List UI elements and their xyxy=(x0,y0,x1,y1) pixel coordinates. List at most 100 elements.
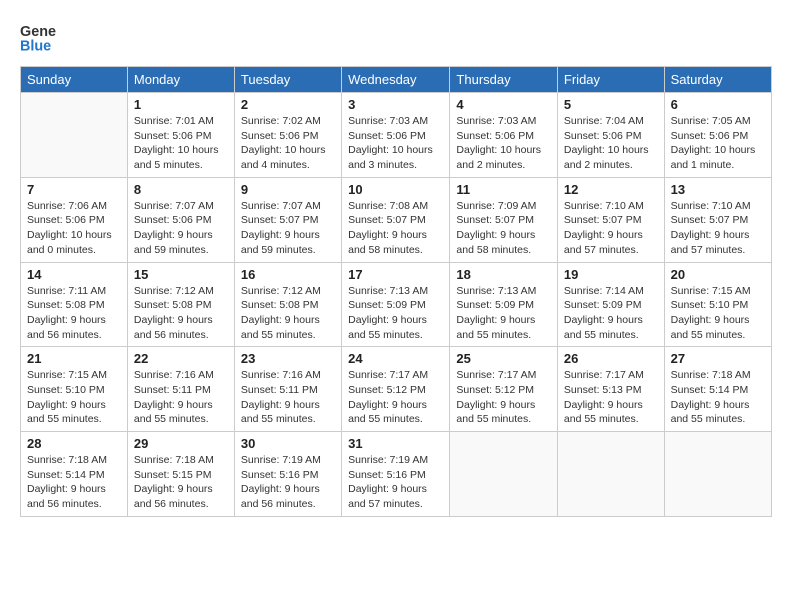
calendar-cell: 1 Sunrise: 7:01 AM Sunset: 5:06 PM Daylig… xyxy=(127,93,234,178)
day-info: Sunrise: 7:03 AM Sunset: 5:06 PM Dayligh… xyxy=(348,114,443,173)
logo: General Blue xyxy=(20,20,56,56)
svg-text:Blue: Blue xyxy=(20,39,51,55)
day-number: 10 xyxy=(348,182,443,197)
calendar-cell: 27 Sunrise: 7:18 AM Sunset: 5:14 PM Dayli… xyxy=(664,347,771,432)
day-info: Sunrise: 7:18 AM Sunset: 5:14 PM Dayligh… xyxy=(671,368,765,427)
day-info: Sunrise: 7:18 AM Sunset: 5:15 PM Dayligh… xyxy=(134,453,228,512)
day-info: Sunrise: 7:12 AM Sunset: 5:08 PM Dayligh… xyxy=(241,284,335,343)
day-info: Sunrise: 7:10 AM Sunset: 5:07 PM Dayligh… xyxy=(671,199,765,258)
calendar-body: 1 Sunrise: 7:01 AM Sunset: 5:06 PM Daylig… xyxy=(21,93,772,517)
day-info: Sunrise: 7:01 AM Sunset: 5:06 PM Dayligh… xyxy=(134,114,228,173)
day-number: 9 xyxy=(241,182,335,197)
day-info: Sunrise: 7:15 AM Sunset: 5:10 PM Dayligh… xyxy=(27,368,121,427)
calendar-cell: 10 Sunrise: 7:08 AM Sunset: 5:07 PM Dayli… xyxy=(342,177,450,262)
day-number: 6 xyxy=(671,97,765,112)
day-number: 13 xyxy=(671,182,765,197)
day-info: Sunrise: 7:05 AM Sunset: 5:06 PM Dayligh… xyxy=(671,114,765,173)
weekday-header-tuesday: Tuesday xyxy=(234,67,341,93)
calendar-cell: 17 Sunrise: 7:13 AM Sunset: 5:09 PM Dayli… xyxy=(342,262,450,347)
calendar-week-4: 21 Sunrise: 7:15 AM Sunset: 5:10 PM Dayli… xyxy=(21,347,772,432)
calendar-cell: 21 Sunrise: 7:15 AM Sunset: 5:10 PM Dayli… xyxy=(21,347,128,432)
day-info: Sunrise: 7:07 AM Sunset: 5:07 PM Dayligh… xyxy=(241,199,335,258)
calendar-cell: 7 Sunrise: 7:06 AM Sunset: 5:06 PM Daylig… xyxy=(21,177,128,262)
day-number: 29 xyxy=(134,436,228,451)
weekday-header-friday: Friday xyxy=(557,67,664,93)
day-number: 2 xyxy=(241,97,335,112)
day-info: Sunrise: 7:08 AM Sunset: 5:07 PM Dayligh… xyxy=(348,199,443,258)
calendar-week-5: 28 Sunrise: 7:18 AM Sunset: 5:14 PM Dayli… xyxy=(21,432,772,517)
calendar-cell: 12 Sunrise: 7:10 AM Sunset: 5:07 PM Dayli… xyxy=(557,177,664,262)
day-number: 31 xyxy=(348,436,443,451)
day-number: 4 xyxy=(456,97,550,112)
calendar-cell: 5 Sunrise: 7:04 AM Sunset: 5:06 PM Daylig… xyxy=(557,93,664,178)
calendar-header-row: SundayMondayTuesdayWednesdayThursdayFrid… xyxy=(21,67,772,93)
weekday-header-saturday: Saturday xyxy=(664,67,771,93)
day-number: 26 xyxy=(564,351,658,366)
day-info: Sunrise: 7:17 AM Sunset: 5:12 PM Dayligh… xyxy=(348,368,443,427)
day-number: 21 xyxy=(27,351,121,366)
day-number: 27 xyxy=(671,351,765,366)
calendar-cell: 8Sunrise: 7:07 AM Sunset: 5:06 PM Daylig… xyxy=(127,177,234,262)
day-number: 19 xyxy=(564,267,658,282)
calendar-cell: 15Sunrise: 7:12 AM Sunset: 5:08 PM Dayli… xyxy=(127,262,234,347)
day-number: 15 xyxy=(134,267,228,282)
weekday-header-monday: Monday xyxy=(127,67,234,93)
calendar-table: SundayMondayTuesdayWednesdayThursdayFrid… xyxy=(20,66,772,517)
day-number: 14 xyxy=(27,267,121,282)
day-info: Sunrise: 7:04 AM Sunset: 5:06 PM Dayligh… xyxy=(564,114,658,173)
day-info: Sunrise: 7:06 AM Sunset: 5:06 PM Dayligh… xyxy=(27,199,121,258)
day-info: Sunrise: 7:14 AM Sunset: 5:09 PM Dayligh… xyxy=(564,284,658,343)
calendar-cell xyxy=(21,93,128,178)
weekday-header-thursday: Thursday xyxy=(450,67,557,93)
calendar-cell xyxy=(450,432,557,517)
page-header: General Blue xyxy=(20,20,772,56)
calendar-cell: 20Sunrise: 7:15 AM Sunset: 5:10 PM Dayli… xyxy=(664,262,771,347)
day-info: Sunrise: 7:17 AM Sunset: 5:13 PM Dayligh… xyxy=(564,368,658,427)
day-info: Sunrise: 7:19 AM Sunset: 5:16 PM Dayligh… xyxy=(241,453,335,512)
day-number: 22 xyxy=(134,351,228,366)
day-info: Sunrise: 7:15 AM Sunset: 5:10 PM Dayligh… xyxy=(671,284,765,343)
calendar-week-3: 14 Sunrise: 7:11 AM Sunset: 5:08 PM Dayli… xyxy=(21,262,772,347)
day-info: Sunrise: 7:09 AM Sunset: 5:07 PM Dayligh… xyxy=(456,199,550,258)
calendar-cell: 2 Sunrise: 7:02 AM Sunset: 5:06 PM Daylig… xyxy=(234,93,341,178)
logo-icon: General Blue xyxy=(20,20,56,56)
calendar-cell: 16Sunrise: 7:12 AM Sunset: 5:08 PM Dayli… xyxy=(234,262,341,347)
day-info: Sunrise: 7:16 AM Sunset: 5:11 PM Dayligh… xyxy=(134,368,228,427)
day-info: Sunrise: 7:02 AM Sunset: 5:06 PM Dayligh… xyxy=(241,114,335,173)
day-info: Sunrise: 7:11 AM Sunset: 5:08 PM Dayligh… xyxy=(27,284,121,343)
day-number: 17 xyxy=(348,267,443,282)
day-number: 30 xyxy=(241,436,335,451)
calendar-week-2: 7 Sunrise: 7:06 AM Sunset: 5:06 PM Daylig… xyxy=(21,177,772,262)
calendar-cell: 26 Sunrise: 7:17 AM Sunset: 5:13 PM Dayli… xyxy=(557,347,664,432)
calendar-cell: 3Sunrise: 7:03 AM Sunset: 5:06 PM Daylig… xyxy=(342,93,450,178)
day-info: Sunrise: 7:18 AM Sunset: 5:14 PM Dayligh… xyxy=(27,453,121,512)
weekday-header-wednesday: Wednesday xyxy=(342,67,450,93)
day-number: 23 xyxy=(241,351,335,366)
day-number: 25 xyxy=(456,351,550,366)
day-number: 18 xyxy=(456,267,550,282)
calendar-cell: 29 Sunrise: 7:18 AM Sunset: 5:15 PM Dayli… xyxy=(127,432,234,517)
calendar-cell: 11 Sunrise: 7:09 AM Sunset: 5:07 PM Dayli… xyxy=(450,177,557,262)
calendar-cell xyxy=(557,432,664,517)
day-info: Sunrise: 7:03 AM Sunset: 5:06 PM Dayligh… xyxy=(456,114,550,173)
calendar-cell: 22 Sunrise: 7:16 AM Sunset: 5:11 PM Dayli… xyxy=(127,347,234,432)
day-info: Sunrise: 7:10 AM Sunset: 5:07 PM Dayligh… xyxy=(564,199,658,258)
day-number: 5 xyxy=(564,97,658,112)
calendar-cell: 18 Sunrise: 7:13 AM Sunset: 5:09 PM Dayli… xyxy=(450,262,557,347)
day-number: 11 xyxy=(456,182,550,197)
calendar-cell xyxy=(664,432,771,517)
day-number: 24 xyxy=(348,351,443,366)
day-number: 8 xyxy=(134,182,228,197)
day-info: Sunrise: 7:13 AM Sunset: 5:09 PM Dayligh… xyxy=(348,284,443,343)
calendar-cell: 30 Sunrise: 7:19 AM Sunset: 5:16 PM Dayli… xyxy=(234,432,341,517)
day-info: Sunrise: 7:13 AM Sunset: 5:09 PM Dayligh… xyxy=(456,284,550,343)
day-number: 7 xyxy=(27,182,121,197)
calendar-cell: 31 Sunrise: 7:19 AM Sunset: 5:16 PM Dayli… xyxy=(342,432,450,517)
calendar-cell: 6 Sunrise: 7:05 AM Sunset: 5:06 PM Daylig… xyxy=(664,93,771,178)
day-info: Sunrise: 7:19 AM Sunset: 5:16 PM Dayligh… xyxy=(348,453,443,512)
day-number: 12 xyxy=(564,182,658,197)
day-info: Sunrise: 7:17 AM Sunset: 5:12 PM Dayligh… xyxy=(456,368,550,427)
calendar-cell: 19 Sunrise: 7:14 AM Sunset: 5:09 PM Dayli… xyxy=(557,262,664,347)
day-number: 1 xyxy=(134,97,228,112)
day-number: 28 xyxy=(27,436,121,451)
